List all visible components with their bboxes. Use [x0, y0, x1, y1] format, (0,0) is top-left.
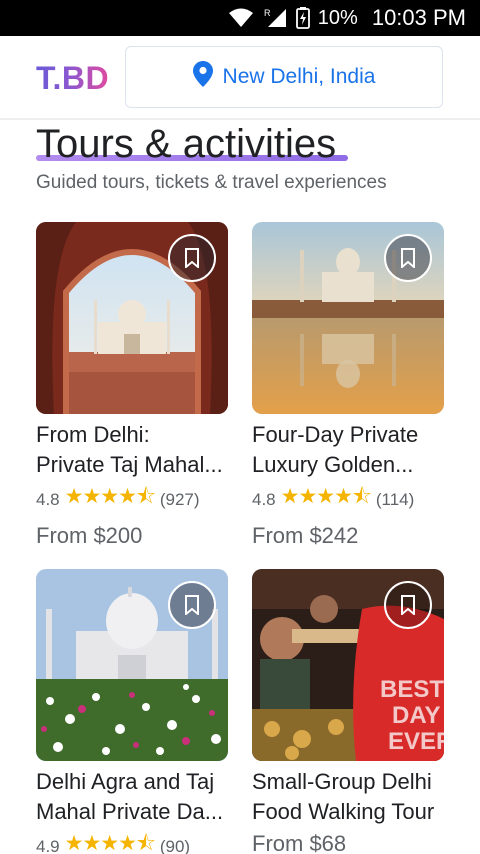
tour-title-line: Food Walking Tour	[252, 799, 435, 824]
tour-card[interactable]: Delhi Agra and Taj Mahal Private Da... 4…	[36, 569, 228, 854]
tour-price: From $200	[36, 523, 143, 548]
tour-title-line: Four-Day Private	[252, 422, 419, 447]
location-label: New Delhi, India	[222, 65, 376, 88]
tour-title-line: Delhi Agra and Taj	[36, 769, 215, 794]
bookmark-button[interactable]	[384, 234, 432, 282]
tour-price: From $242	[252, 523, 359, 548]
bookmark-icon	[400, 595, 416, 615]
review-count: (114)	[375, 489, 415, 509]
bookmark-button[interactable]	[168, 581, 216, 629]
page-subtitle: Guided tours, tickets & travel experienc…	[36, 172, 387, 193]
star-rating-icon: ★★★★⯪	[64, 832, 156, 854]
tour-title-line: Small-Group Delhi	[252, 769, 432, 794]
tour-title-line: From Delhi:	[36, 422, 150, 447]
battery-percent: 10%	[317, 6, 358, 29]
wifi-icon	[228, 8, 254, 28]
bookmark-icon	[184, 595, 200, 615]
tour-title[interactable]: From Delhi: Private Taj Mahal...	[36, 420, 228, 480]
tour-price: From $68	[252, 831, 347, 854]
review-count: (927)	[159, 489, 200, 509]
bookmark-icon	[400, 248, 416, 268]
page-title: Tours & activities	[36, 122, 337, 166]
tour-title-line: Mahal Private Da...	[36, 799, 224, 824]
tour-image-taj-reflection[interactable]	[252, 222, 444, 414]
tour-title-line: Luxury Golden...	[252, 452, 414, 477]
tour-image-taj-flowers[interactable]	[36, 569, 228, 761]
status-bar: R 10% 10:03 PM	[0, 0, 480, 36]
tour-title[interactable]: Four-Day Private Luxury Golden...	[252, 420, 444, 480]
tour-title[interactable]: Small-Group Delhi Food Walking Tour	[252, 767, 444, 827]
review-count: (90)	[159, 836, 191, 854]
bookmark-button[interactable]	[384, 581, 432, 629]
tour-image-food-walk[interactable]: BEST DAY EVER	[252, 569, 444, 761]
svg-text:BEST: BEST	[380, 676, 444, 703]
logo[interactable]: T.BD	[36, 60, 109, 97]
svg-text:DAY: DAY	[392, 702, 440, 729]
app-header: T.BD New Delhi, India	[0, 36, 480, 120]
tour-card[interactable]: From Delhi: Private Taj Mahal... 4.8 ★★★…	[36, 222, 228, 549]
tour-title-line: Private Taj Mahal...	[36, 452, 223, 477]
tour-title[interactable]: Delhi Agra and Taj Mahal Private Da...	[36, 767, 228, 827]
bookmark-button[interactable]	[168, 234, 216, 282]
svg-text:EVER: EVER	[388, 728, 444, 755]
rating-row: 4.8 ★★★★⯪ (927)	[36, 482, 228, 517]
star-rating-icon: ★★★★⯪	[280, 485, 372, 508]
tour-card[interactable]: Four-Day Private Luxury Golden... 4.8 ★★…	[252, 222, 444, 549]
location-pin-icon	[192, 61, 213, 93]
bookmark-icon	[184, 248, 200, 268]
star-rating-icon: ★★★★⯪	[64, 485, 156, 508]
rating-row: 4.9 ★★★★⯪ (90)	[36, 829, 228, 854]
rating-row: 4.8 ★★★★⯪ (114)	[252, 482, 444, 517]
signal-icon: R	[262, 7, 288, 29]
rating-value: 4.8	[36, 489, 60, 509]
battery-charging-icon	[295, 7, 310, 29]
clock: 10:03 PM	[371, 5, 466, 30]
tour-card[interactable]: BEST DAY EVER Small-Group Delhi Food Wal…	[252, 569, 444, 854]
rating-value: 4.9	[36, 836, 60, 854]
rating-value: 4.8	[252, 489, 276, 509]
svg-text:R: R	[264, 8, 271, 18]
tour-image-taj-arch[interactable]	[36, 222, 228, 414]
location-selector[interactable]: New Delhi, India	[125, 46, 443, 108]
